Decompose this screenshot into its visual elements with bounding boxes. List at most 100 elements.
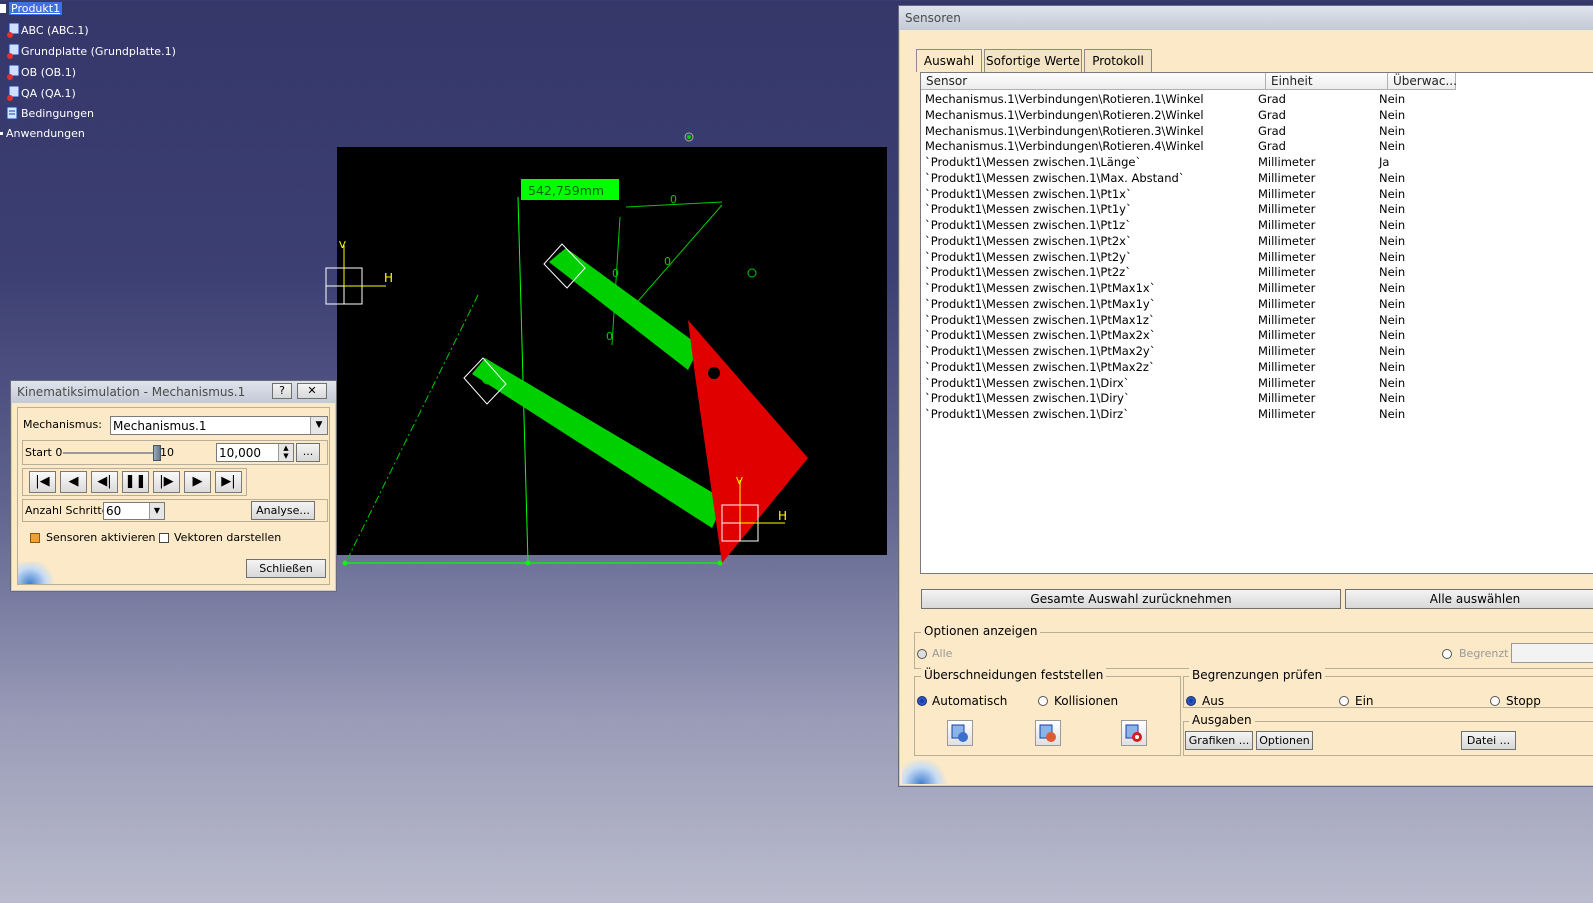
table-row[interactable]: `Produkt1\Messen zwischen.1\Pt2y` Millime…: [921, 250, 1593, 266]
table-row[interactable]: `Produkt1\Messen zwischen.1\PtMax2y` Mill…: [921, 344, 1593, 360]
tab-auswahl[interactable]: Auswahl: [916, 49, 982, 72]
link-lower[interactable]: [472, 358, 725, 528]
unit-cell: Millimeter: [1258, 202, 1316, 217]
step-back-button[interactable]: ◀|: [91, 471, 118, 493]
steps-row: Anzahl Schritte: 60 ▼ Analyse...: [22, 499, 328, 522]
vectors-checkbox[interactable]: [159, 533, 169, 543]
close-icon[interactable]: ✕: [297, 383, 327, 399]
opt-all-radio[interactable]: [917, 649, 927, 659]
constraint-symbol: 0: [612, 267, 619, 280]
play-back-button[interactable]: ◀: [60, 471, 87, 493]
table-row[interactable]: `Produkt1\Messen zwischen.1\PtMax2x` Mill…: [921, 328, 1593, 344]
kinematics-titlebar[interactable]: Kinematiksimulation - Mechanismus.1 ? ✕: [11, 381, 336, 403]
pause-button[interactable]: ❚❚: [122, 471, 149, 493]
table-row[interactable]: Mechanismus.1\Verbindungen\Rotieren.2\Wi…: [921, 108, 1593, 124]
sketch-line-diag: [631, 204, 723, 309]
dialog-title: Kinematiksimulation - Mechanismus.1: [17, 385, 246, 399]
column-sensor[interactable]: Sensor: [921, 73, 1266, 90]
time-slider-track[interactable]: [63, 452, 159, 454]
column-einheit[interactable]: Einheit: [1266, 73, 1388, 90]
axis-h-label: H: [384, 271, 393, 285]
monitor-cell: Nein: [1379, 186, 1406, 201]
opt-limited-radio[interactable]: [1442, 649, 1452, 659]
unit-cell: Millimeter: [1258, 186, 1316, 201]
chevron-down-icon[interactable]: ▼: [149, 503, 164, 519]
jump-end-button[interactable]: ▶|: [215, 471, 242, 493]
collisions-radio[interactable]: [1038, 696, 1048, 706]
table-row[interactable]: `Produkt1\Messen zwischen.1\Pt1y` Millime…: [921, 202, 1593, 218]
chevron-down-icon[interactable]: ▼: [310, 417, 327, 434]
sensor-name-cell: `Produkt1\Messen zwischen.1\Pt2y`: [925, 249, 1132, 264]
options-button[interactable]: Optionen: [1256, 731, 1313, 750]
jump-start-button[interactable]: |◀: [29, 471, 56, 493]
tab-protokoll[interactable]: Protokoll: [1084, 49, 1152, 72]
clash-detect-icon[interactable]: [947, 720, 973, 746]
table-row[interactable]: `Produkt1\Messen zwischen.1\Pt1x` Millime…: [921, 187, 1593, 203]
unit-cell: Millimeter: [1258, 265, 1316, 280]
unit-cell: Millimeter: [1258, 312, 1316, 327]
table-row[interactable]: Mechanismus.1\Verbindungen\Rotieren.3\Wi…: [921, 124, 1593, 140]
step-forward-button[interactable]: |▶: [153, 471, 180, 493]
close-button[interactable]: Schließen: [246, 559, 326, 578]
analyse-button[interactable]: Analyse...: [251, 501, 315, 520]
unit-cell: Millimeter: [1258, 344, 1316, 358]
auto-radio[interactable]: [917, 696, 927, 706]
table-row[interactable]: `Produkt1\Messen zwischen.1\Dirx` Millime…: [921, 376, 1593, 392]
sensors-titlebar[interactable]: Sensoren: [899, 6, 1593, 30]
help-button[interactable]: ?: [272, 383, 292, 399]
tab-sofortige-werte[interactable]: Sofortige Werte: [984, 49, 1082, 72]
sensors-active-checkbox[interactable]: [30, 533, 40, 543]
steps-label: Anzahl Schritte:: [25, 504, 113, 517]
end-label: 10: [160, 446, 174, 459]
clash-stop-icon[interactable]: [1035, 720, 1061, 746]
spinner-icon[interactable]: ▲ ▼: [278, 444, 293, 461]
steps-select[interactable]: 60 ▼: [103, 502, 165, 520]
time-value-field[interactable]: 10,000 ▲ ▼: [216, 443, 294, 462]
limits-on-label: Ein: [1355, 694, 1374, 708]
table-row[interactable]: Mechanismus.1\Verbindungen\Rotieren.1\Wi…: [921, 92, 1593, 108]
table-row[interactable]: `Produkt1\Messen zwischen.1\Pt2z` Millime…: [921, 265, 1593, 281]
steps-value: 60: [106, 504, 122, 518]
file-button[interactable]: Datei ...: [1461, 731, 1516, 750]
table-row[interactable]: `Produkt1\Messen zwischen.1\PtMax1z` Mill…: [921, 313, 1593, 329]
deselect-all-button[interactable]: Gesamte Auswahl zurücknehmen: [921, 589, 1341, 609]
more-button[interactable]: ...: [296, 443, 320, 462]
limited-input[interactable]: [1511, 643, 1593, 663]
limits-on-radio[interactable]: [1339, 696, 1349, 706]
table-row[interactable]: `Produkt1\Messen zwischen.1\Pt2x` Millime…: [921, 234, 1593, 250]
constraint-symbol: 0: [664, 255, 671, 268]
table-row[interactable]: `Produkt1\Messen zwischen.1\PtMax1x` Mill…: [921, 281, 1593, 297]
limits-off-radio[interactable]: [1186, 696, 1196, 706]
column-ueberwachung[interactable]: Überwac...: [1388, 73, 1457, 90]
table-row[interactable]: `Produkt1\Messen zwischen.1\Länge` Millim…: [921, 155, 1593, 171]
table-row[interactable]: `Produkt1\Messen zwischen.1\Dirz` Millime…: [921, 407, 1593, 423]
sensor-name-cell: Mechanismus.1\Verbindungen\Rotieren.3\Wi…: [925, 123, 1204, 138]
mechanism-select[interactable]: Mechanismus.1 ▼: [110, 416, 328, 435]
table-row[interactable]: Mechanismus.1\Verbindungen\Rotieren.4\Wi…: [921, 139, 1593, 155]
unit-cell: Grad: [1258, 139, 1286, 154]
clash-settings-icon[interactable]: [1121, 720, 1147, 746]
table-row[interactable]: `Produkt1\Messen zwischen.1\PtMax2z` Mill…: [921, 360, 1593, 376]
unit-cell: Grad: [1258, 123, 1286, 138]
unit-cell: Millimeter: [1258, 391, 1316, 406]
link-upper[interactable]: [549, 248, 700, 370]
table-row[interactable]: `Produkt1\Messen zwischen.1\PtMax1y` Mill…: [921, 297, 1593, 313]
collisions-label: Kollisionen: [1054, 694, 1119, 708]
sensor-name-cell: `Produkt1\Messen zwischen.1\PtMax1x`: [925, 281, 1156, 295]
select-all-button[interactable]: Alle auswählen: [1345, 589, 1593, 609]
table-row[interactable]: `Produkt1\Messen zwischen.1\Pt1z` Millime…: [921, 218, 1593, 234]
sensor-list[interactable]: Sensor Einheit Überwac... Mechanismus.1\…: [920, 72, 1593, 574]
triangle-part[interactable]: [688, 320, 808, 563]
group-label: Ausgaben: [1189, 713, 1255, 727]
play-forward-button[interactable]: ▶: [184, 471, 211, 493]
graphs-button[interactable]: Grafiken ...: [1185, 731, 1253, 750]
limits-stop-radio[interactable]: [1490, 696, 1500, 706]
sensor-name-cell: `Produkt1\Messen zwischen.1\Dirz`: [925, 407, 1129, 421]
table-row[interactable]: `Produkt1\Messen zwischen.1\Max. Abstand…: [921, 171, 1593, 187]
axis-system-left[interactable]: V H: [325, 240, 393, 305]
table-row[interactable]: `Produkt1\Messen zwischen.1\Diry` Millime…: [921, 391, 1593, 407]
axis-line: [346, 294, 479, 561]
opt-all-label: Alle: [932, 647, 953, 660]
sensor-name-cell: `Produkt1\Messen zwischen.1\Diry`: [925, 391, 1130, 406]
monitor-cell: Nein: [1379, 107, 1406, 122]
